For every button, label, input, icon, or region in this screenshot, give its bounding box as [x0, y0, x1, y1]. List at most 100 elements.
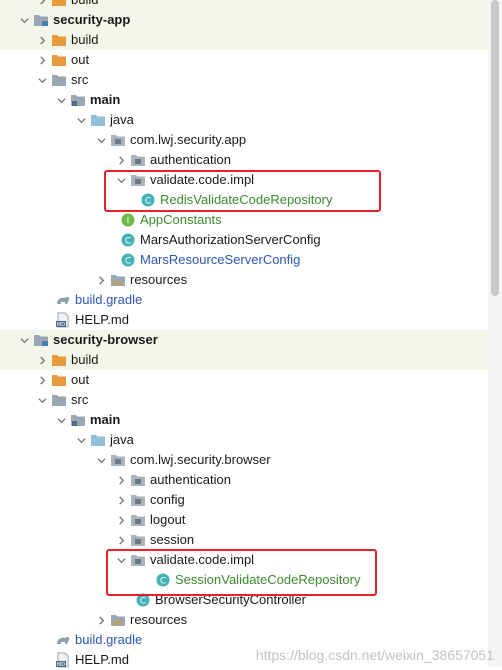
chevron-right-icon[interactable]	[115, 490, 127, 510]
tree-label: com.lwj.security.browser	[130, 452, 271, 467]
chevron-right-icon[interactable]	[95, 610, 107, 630]
blue-folder-icon	[90, 112, 106, 128]
chevron-down-icon[interactable]	[75, 110, 87, 130]
highlight-box-browser-validate	[106, 549, 377, 596]
tree-row-browser-out[interactable]: out	[0, 370, 488, 390]
svg-text:C: C	[125, 237, 131, 247]
resources-folder-icon	[110, 272, 126, 288]
tree-label: resources	[130, 612, 188, 627]
tree-row-app-out[interactable]: out	[0, 50, 488, 70]
chevron-right-icon[interactable]	[36, 350, 48, 370]
tree-label: build.gradle	[75, 632, 143, 647]
package-icon	[110, 132, 126, 148]
tree-row-app-appconstants[interactable]: I AppConstants	[0, 210, 488, 230]
vertical-scrollbar[interactable]	[488, 0, 502, 667]
svg-text:C: C	[125, 257, 131, 267]
package-icon	[130, 532, 146, 548]
tree-label: java	[110, 112, 134, 127]
package-icon	[130, 152, 146, 168]
tree-row-browser-package[interactable]: com.lwj.security.browser	[0, 450, 488, 470]
gradle-icon	[55, 292, 71, 308]
tree-row-app-authserver[interactable]: C MarsAuthorizationServerConfig	[0, 230, 488, 250]
chevron-right-icon[interactable]	[115, 510, 127, 530]
tree-row-browser-logout[interactable]: logout	[0, 510, 488, 530]
gradle-icon	[55, 632, 71, 648]
resources-folder-icon	[110, 612, 126, 628]
module-folder-icon	[33, 332, 49, 348]
package-icon	[130, 512, 146, 528]
tree-row-security-app[interactable]: security-app	[0, 10, 488, 30]
chevron-down-icon[interactable]	[36, 390, 48, 410]
tree-row-browser-config[interactable]: config	[0, 490, 488, 510]
chevron-right-icon[interactable]	[95, 270, 107, 290]
chevron-right-icon[interactable]	[115, 530, 127, 550]
tree-label: src	[71, 72, 89, 87]
scrollbar-thumb[interactable]	[491, 0, 499, 296]
source-root-folder-icon	[70, 92, 86, 108]
tree-label: resources	[130, 272, 188, 287]
orange-folder-icon	[51, 52, 67, 68]
class-icon: C	[120, 252, 136, 268]
svg-text:MD: MD	[57, 662, 65, 668]
chevron-down-icon[interactable]	[55, 90, 67, 110]
tree-label: main	[90, 92, 121, 107]
tree-row-app-build[interactable]: build	[0, 30, 488, 50]
watermark-text: https://blog.csdn.net/weixin_38657051	[255, 647, 494, 663]
tree-label: java	[110, 432, 134, 447]
tree-row-app-main[interactable]: main	[0, 90, 488, 110]
tree-row-browser-authentication[interactable]: authentication	[0, 470, 488, 490]
highlight-box-app-validate	[104, 170, 381, 212]
orange-folder-icon	[51, 0, 67, 8]
chevron-right-icon[interactable]	[36, 30, 48, 50]
tree-row-app-resserver[interactable]: C MarsResourceServerConfig	[0, 250, 488, 270]
package-icon	[130, 472, 146, 488]
tree-label: src	[71, 392, 89, 407]
tree-row-app-package[interactable]: com.lwj.security.app	[0, 130, 488, 150]
svg-text:I: I	[127, 217, 130, 227]
tree-row-browser-main[interactable]: main	[0, 410, 488, 430]
chevron-down-icon[interactable]	[36, 70, 48, 90]
tree-label: out	[71, 52, 90, 67]
tree-label: security-app	[53, 12, 131, 27]
tree-label: authentication	[150, 152, 231, 167]
chevron-down-icon[interactable]	[95, 450, 107, 470]
gray-folder-icon	[51, 72, 67, 88]
chevron-down-icon[interactable]	[95, 130, 107, 150]
tree-row-app-authentication[interactable]: authentication	[0, 150, 488, 170]
chevron-down-icon[interactable]	[18, 330, 30, 350]
tree-row-app-java[interactable]: java	[0, 110, 488, 130]
chevron-down-icon[interactable]	[55, 410, 67, 430]
chevron-right-icon[interactable]	[115, 470, 127, 490]
chevron-down-icon[interactable]	[18, 10, 30, 30]
tree-row-browser-src[interactable]: src	[0, 390, 488, 410]
chevron-down-icon[interactable]	[75, 430, 87, 450]
tree-row-top-build[interactable]: build	[0, 0, 488, 10]
tree-label: security-browser	[53, 332, 158, 347]
tree-row-browser-resources[interactable]: resources	[0, 610, 488, 630]
tree-row-app-help[interactable]: MD HELP.md	[0, 310, 488, 330]
tree-row-browser-session[interactable]: session	[0, 530, 488, 550]
tree-row-app-gradle[interactable]: build.gradle	[0, 290, 488, 310]
svg-text:C: C	[140, 597, 146, 607]
markdown-icon: MD	[55, 652, 71, 668]
chevron-right-icon[interactable]	[36, 50, 48, 70]
tree-label: logout	[150, 512, 186, 527]
tree-label: main	[90, 412, 121, 427]
module-folder-icon	[33, 12, 49, 28]
gray-folder-icon	[51, 392, 67, 408]
tree-label: HELP.md	[75, 312, 129, 327]
chevron-right-icon[interactable]	[36, 370, 48, 390]
chevron-right-icon[interactable]	[36, 0, 48, 10]
orange-folder-icon	[51, 352, 67, 368]
tree-row-browser-build[interactable]: build	[0, 350, 488, 370]
tree-row-security-browser[interactable]: security-browser	[0, 330, 488, 350]
interface-icon: I	[120, 212, 136, 228]
tree-row-app-resources[interactable]: resources	[0, 270, 488, 290]
tree-row-browser-java[interactable]: java	[0, 430, 488, 450]
tree-label: out	[71, 372, 90, 387]
tree-label: com.lwj.security.app	[130, 132, 247, 147]
tree-label: build.gradle	[75, 292, 143, 307]
chevron-right-icon[interactable]	[115, 150, 127, 170]
tree-row-app-src[interactable]: src	[0, 70, 488, 90]
tree-label: MarsResourceServerConfig	[140, 252, 301, 267]
